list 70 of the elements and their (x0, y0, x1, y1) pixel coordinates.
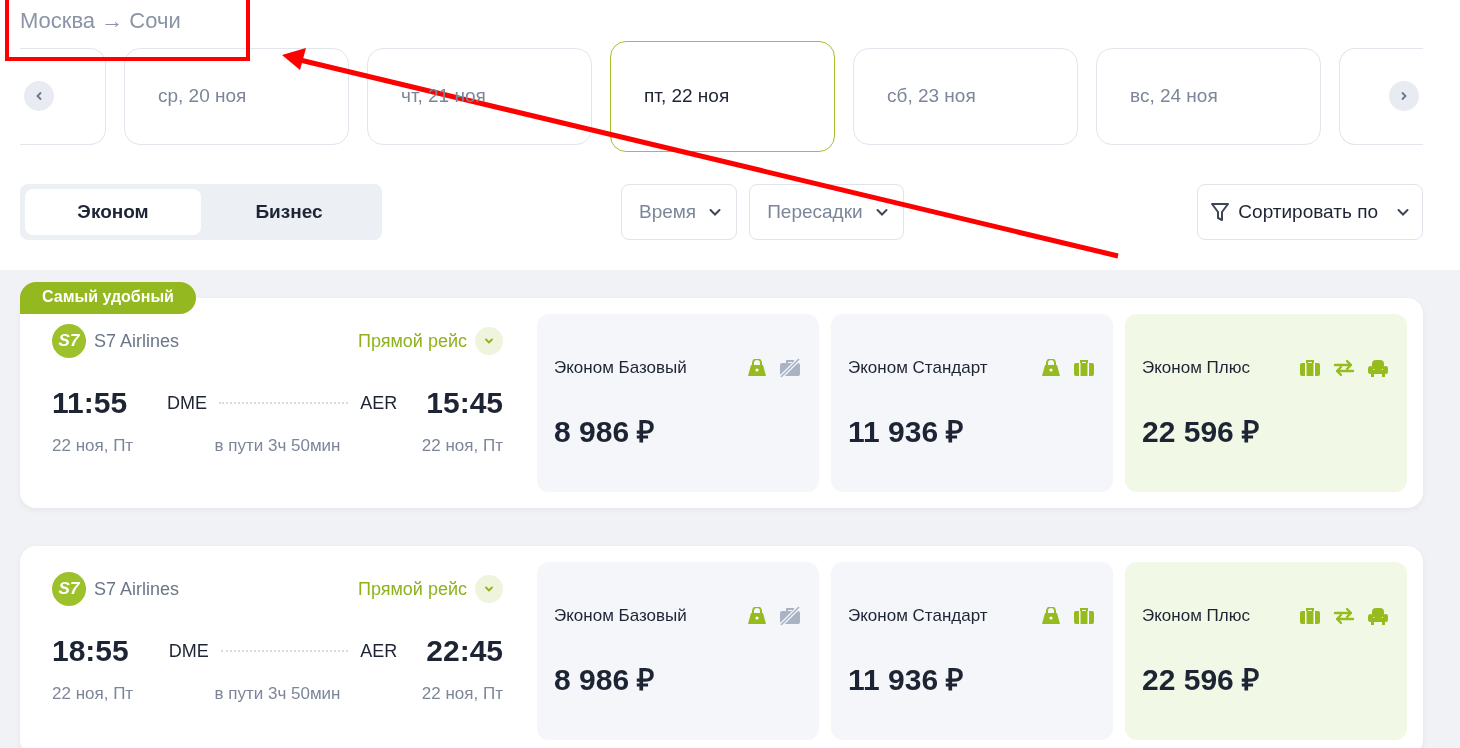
cabin-tab[interactable]: Эконом (25, 189, 201, 235)
cabin-tab[interactable]: Бизнес (201, 189, 377, 235)
armchair-icon (1367, 359, 1389, 377)
airline-name: S7 Airlines (94, 330, 180, 352)
airport-code: AER (360, 392, 398, 414)
expand-button[interactable] (475, 575, 503, 603)
fare-option[interactable]: Эконом Стандарт 11 936 ₽ (831, 562, 1113, 740)
no-suitcase-icon (779, 358, 801, 378)
expand-button[interactable] (475, 327, 503, 355)
departure-time: 11:55 (52, 386, 128, 420)
fare-name: Эконом Плюс (1142, 606, 1250, 626)
fare-option[interactable]: Эконом Плюс 22 596 ₽ (1125, 314, 1407, 492)
fare-option[interactable]: Эконом Базовый 8 986 ₽ (537, 314, 819, 492)
airline-logo: S7 (52, 572, 86, 606)
badge: Самый удобный (20, 282, 196, 314)
fare-price: 11 936 ₽ (848, 662, 965, 698)
fare-price: 22 596 ₽ (1142, 414, 1261, 450)
no-suitcase-icon (779, 606, 801, 626)
fare-name: Эконом Стандарт (848, 358, 988, 378)
departure-date: 22 ноя, Пт (52, 684, 134, 704)
date-tab[interactable]: пт, 22 ноя (610, 40, 835, 152)
arrival-date: 22 ноя, Пт (421, 436, 503, 456)
airport-code: AER (360, 640, 398, 662)
departure-date: 22 ноя, Пт (52, 436, 134, 456)
arrival-date: 22 ноя, Пт (421, 684, 503, 704)
fare-option[interactable]: Эконом Плюс 22 596 ₽ (1125, 562, 1407, 740)
fare-price: 22 596 ₽ (1142, 662, 1261, 698)
fare-name: Эконом Стандарт (848, 606, 988, 626)
airline-logo: S7 (52, 324, 86, 358)
chevron-left-icon (34, 91, 44, 101)
fare-price: 8 986 ₽ (554, 414, 656, 450)
fare-name: Эконом Базовый (554, 606, 687, 626)
exchange-icon (1333, 359, 1355, 377)
filter-icon (1210, 201, 1231, 223)
date-tab[interactable]: сб, 23 ноя (853, 47, 1078, 145)
handbag-icon (747, 359, 767, 377)
suitcase-icon (1073, 607, 1095, 625)
date-tab[interactable]: вс, 24 ноя (1096, 47, 1321, 145)
suitcase-icon (1299, 607, 1321, 625)
flight-type: Прямой рейс (358, 578, 467, 600)
departure-time: 18:55 (52, 634, 129, 668)
flight-type: Прямой рейс (358, 330, 467, 352)
duration: в пути 3ч 50мин (214, 684, 341, 704)
date-tab[interactable]: ср, 20 ноя (124, 47, 349, 145)
chevron-down-icon (484, 336, 494, 346)
chevron-right-icon (1399, 91, 1409, 101)
handbag-icon (1041, 359, 1061, 377)
arrival-time: 15:45 (426, 386, 503, 420)
airline-name: S7 Airlines (94, 578, 180, 600)
fare-option[interactable]: Эконом Стандарт 11 936 ₽ (831, 314, 1113, 492)
filter-dropdown[interactable]: Пересадки (749, 184, 904, 240)
airport-code: DME (168, 640, 209, 662)
route-title: Москва → Сочи (20, 7, 181, 35)
fare-name: Эконом Плюс (1142, 358, 1250, 378)
sort-dropdown[interactable]: Сортировать по (1197, 184, 1423, 240)
handbag-icon (1041, 607, 1061, 625)
duration: в пути 3ч 50мин (214, 436, 341, 456)
exchange-icon (1333, 607, 1355, 625)
suitcase-icon (1299, 359, 1321, 377)
suitcase-icon (1073, 359, 1095, 377)
chevron-down-icon (484, 584, 494, 594)
filter-dropdown[interactable]: Время (621, 184, 738, 240)
handbag-icon (747, 607, 767, 625)
fare-name: Эконом Базовый (554, 358, 687, 378)
armchair-icon (1367, 607, 1389, 625)
fare-price: 11 936 ₽ (848, 414, 965, 450)
airport-code: DME (167, 392, 208, 414)
fare-price: 8 986 ₽ (554, 662, 656, 698)
arrival-time: 22:45 (426, 634, 503, 668)
fare-option[interactable]: Эконом Базовый 8 986 ₽ (537, 562, 819, 740)
